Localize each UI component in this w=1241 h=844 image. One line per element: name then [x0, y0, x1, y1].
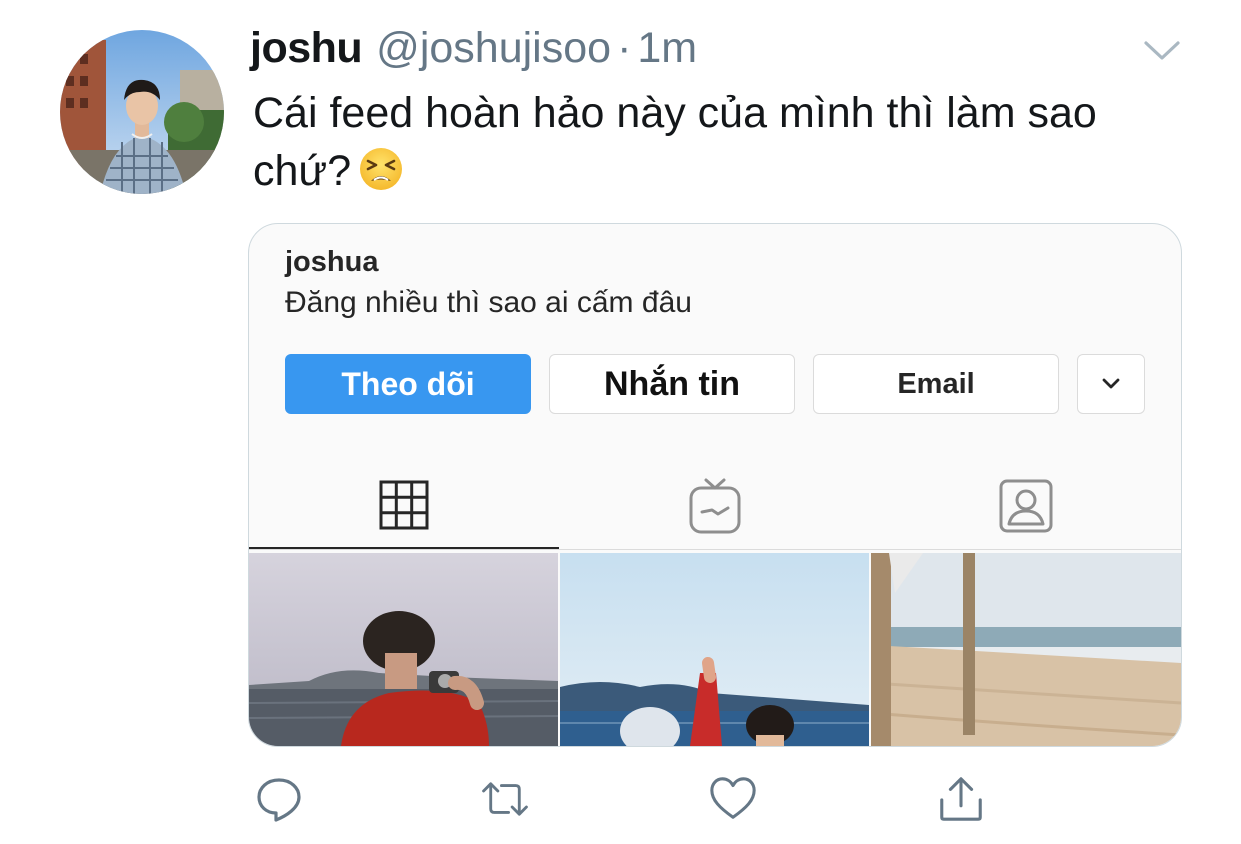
user-handle[interactable]: @joshujisoo — [376, 24, 611, 73]
avatar-photo — [60, 30, 224, 194]
tired-face-emoji-icon — [359, 147, 403, 191]
grid-icon — [379, 480, 429, 529]
instagram-embed-card[interactable]: joshua Đăng nhiều thì sao ai cấm đâu The… — [248, 223, 1182, 747]
tab-tagged[interactable] — [871, 462, 1181, 550]
chevron-down-icon[interactable] — [1142, 34, 1182, 66]
photo-thumbnail[interactable] — [871, 553, 1181, 746]
share-icon — [940, 777, 982, 821]
avatar[interactable] — [60, 30, 224, 194]
ig-bio: Đăng nhiều thì sao ai cấm đâu — [285, 286, 692, 319]
separator-dot: · — [617, 24, 632, 72]
photo-thumbnail[interactable] — [249, 553, 558, 746]
retweet-icon — [482, 782, 528, 816]
tab-grid[interactable] — [249, 462, 559, 550]
timestamp[interactable]: 1m — [637, 24, 697, 73]
ig-username: joshua — [285, 246, 379, 278]
retweet-button[interactable] — [480, 774, 530, 824]
like-icon — [710, 777, 756, 819]
tagged-icon — [999, 479, 1053, 533]
like-button[interactable] — [708, 774, 758, 824]
display-name[interactable]: joshu — [250, 24, 363, 73]
tweet-text: Cái feed hoàn hảo này của mình thì làm s… — [253, 84, 1183, 200]
tweet-action-bar — [0, 774, 1241, 824]
photo-grid — [249, 553, 1181, 746]
tweet-header: joshu @joshujisoo · 1m — [250, 24, 697, 80]
share-button[interactable] — [936, 774, 986, 824]
follow-button[interactable]: Theo dõi — [285, 354, 531, 414]
more-options-button[interactable] — [1077, 354, 1145, 414]
reply-button[interactable] — [254, 774, 304, 824]
tabs-divider — [249, 549, 1181, 550]
message-button[interactable]: Nhắn tin — [549, 354, 795, 414]
email-button[interactable]: Email — [813, 354, 1059, 414]
photo-thumbnail[interactable] — [560, 553, 869, 746]
tab-igtv[interactable] — [560, 462, 870, 550]
chevron-down-icon — [1102, 378, 1120, 389]
message-button-label: Nhắn tin — [604, 364, 740, 403]
profile-tabs — [249, 462, 1181, 550]
reply-icon — [257, 778, 301, 822]
igtv-icon — [689, 478, 741, 534]
follow-button-label: Theo dõi — [341, 365, 475, 402]
email-button-label: Email — [897, 367, 975, 400]
